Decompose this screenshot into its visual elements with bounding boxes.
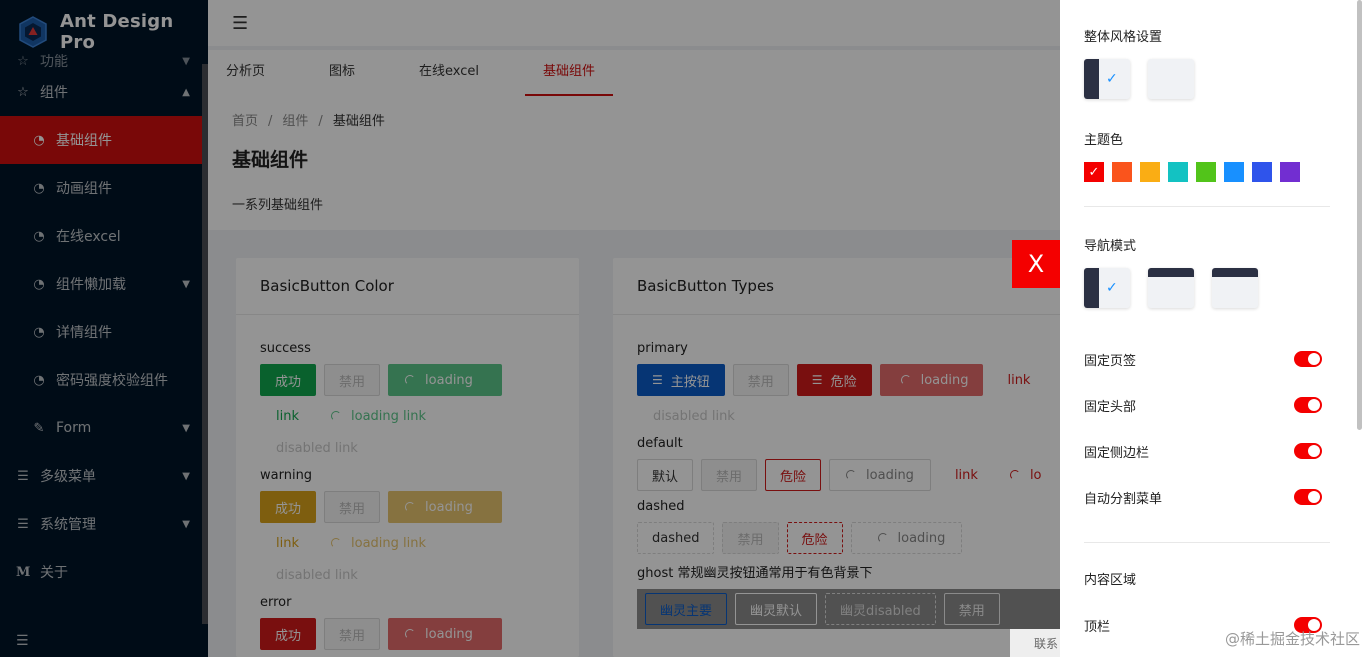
setting-fixed-tabs: 固定页签 [1084,336,1322,382]
theme-color-title: 主题色 [1084,133,1124,148]
drawer-scrollbar[interactable] [1357,0,1362,430]
nav-mode-title: 导航模式 [1084,239,1137,254]
setting-fixed-header: 固定头部 [1084,382,1322,428]
color-swatch-purple[interactable] [1280,162,1300,182]
check-icon: ✓ [1106,280,1118,296]
fixed-sidebar-switch[interactable] [1294,443,1322,459]
settings-drawer: 整体风格设置 ✓ 主题色 ✓ 导航模式 ✓ 固定页签 固定头部 固定侧边栏 自动… [1060,0,1366,657]
style-options: ✓ [1084,59,1366,99]
theme-color-swatches: ✓ [1084,162,1366,182]
nav-side-option[interactable]: ✓ [1084,268,1130,308]
color-swatch-geekblue[interactable] [1252,162,1272,182]
watermark: @稀土掘金技术社区 [1224,630,1360,648]
divider [1084,542,1330,543]
nav-mix-option[interactable] [1212,268,1258,308]
fixed-tabs-switch[interactable] [1294,351,1322,367]
close-icon: X [1027,250,1045,278]
nav-mode-options: ✓ [1084,268,1366,308]
fixed-header-switch[interactable] [1294,397,1322,413]
color-swatch-cyan[interactable] [1168,162,1188,182]
split-menu-switch[interactable] [1294,489,1322,505]
check-icon: ✓ [1088,164,1100,180]
color-swatch-volcano[interactable] [1112,162,1132,182]
nav-top-option[interactable] [1148,268,1194,308]
divider [1084,206,1330,207]
content-area-title: 内容区域 [1084,573,1137,588]
color-swatch-blue[interactable] [1224,162,1244,182]
setting-split-menu: 自动分割菜单 [1084,474,1322,520]
color-swatch-gold[interactable] [1140,162,1160,182]
drawer-mask[interactable] [0,0,1060,657]
check-icon: ✓ [1106,71,1118,87]
setting-fixed-sidebar: 固定侧边栏 [1084,428,1322,474]
overall-style-title: 整体风格设置 [1084,30,1163,45]
style-dark-option[interactable]: ✓ [1084,59,1130,99]
close-drawer-button[interactable]: X [1012,240,1060,288]
color-swatch-green[interactable] [1196,162,1216,182]
style-light-option[interactable] [1148,59,1194,99]
color-swatch-red[interactable]: ✓ [1084,162,1104,182]
